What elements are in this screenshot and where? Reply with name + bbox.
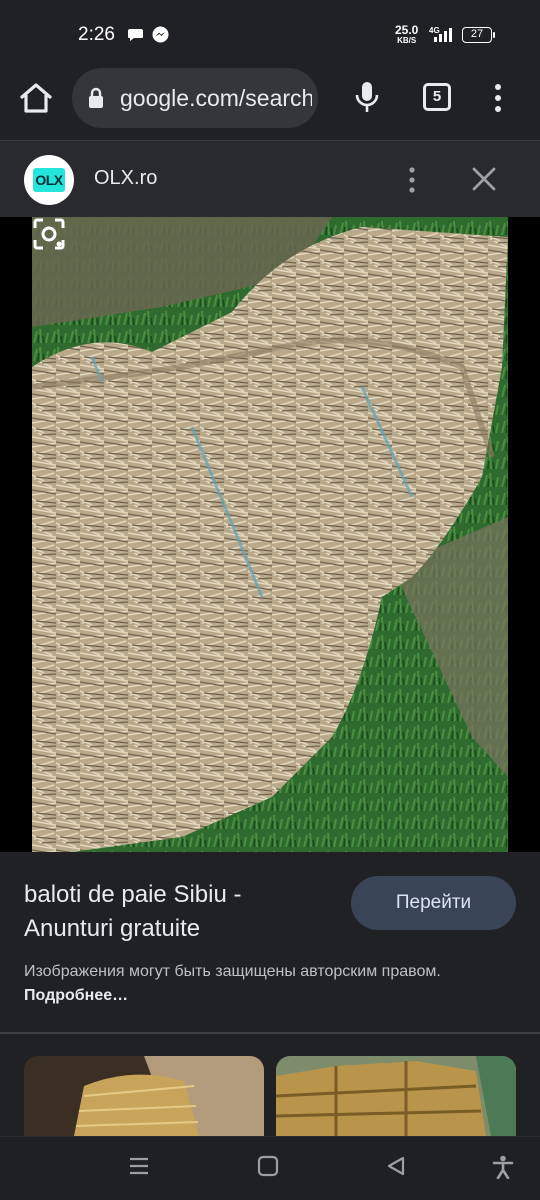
related-image[interactable] [276, 1056, 516, 1136]
close-icon[interactable] [470, 165, 498, 193]
system-nav-bar [0, 1136, 540, 1200]
messenger-icon [152, 26, 169, 43]
lock-icon [89, 87, 103, 108]
recents-icon[interactable] [128, 1155, 150, 1177]
visit-button[interactable]: Перейти [351, 876, 516, 930]
olx-logo[interactable]: OLX [24, 155, 74, 205]
status-bar: 2:26 25.0 KB/S 4G 27 [0, 0, 540, 66]
olx-logo-mark: OLX [33, 168, 65, 192]
tab-count: 5 [432, 88, 442, 105]
tabs-button[interactable]: 5 [423, 83, 451, 111]
source-name[interactable]: OLX.ro [94, 167, 157, 190]
signal-icon [434, 28, 454, 42]
url-text[interactable]: google.com/search [120, 85, 312, 112]
net-speed: 25.0 KB/S [395, 23, 419, 45]
home-circle-icon[interactable] [257, 1155, 279, 1177]
more-vert-icon[interactable] [486, 82, 510, 114]
net-speed-value: 25.0 [395, 23, 419, 37]
straw-bale-photo[interactable] [32, 217, 508, 852]
image-viewer[interactable] [0, 217, 540, 852]
chat-bubble-icon [128, 29, 143, 41]
copyright-text: Изображения могут быть защищены авторски… [24, 963, 441, 980]
back-icon[interactable] [385, 1155, 407, 1177]
source-header: OLX OLX.ro [0, 140, 540, 217]
home-icon[interactable] [18, 80, 54, 116]
more-vert-icon[interactable] [402, 165, 422, 195]
net-speed-unit: KB/S [397, 36, 417, 45]
related-images [0, 1034, 540, 1136]
learn-more-link[interactable]: Подробнее… [24, 987, 128, 1004]
copyright-notice: Изображения могут быть защищены авторски… [24, 960, 484, 1008]
address-bar[interactable]: google.com/search [72, 68, 318, 128]
accessibility-icon[interactable] [492, 1155, 514, 1179]
lens-search-icon[interactable] [32, 217, 66, 251]
result-info: baloti de paie Sibiu - Anunturi gratuite… [0, 852, 540, 1032]
related-image[interactable] [24, 1056, 264, 1136]
browser-toolbar: google.com/search 5 [0, 66, 540, 140]
result-title[interactable]: baloti de paie Sibiu - Anunturi gratuite [24, 878, 324, 946]
battery-level: 27 [470, 28, 484, 40]
battery-icon: 27 [462, 27, 495, 43]
mic-icon[interactable] [352, 80, 382, 114]
status-time: 2:26 [78, 24, 115, 45]
